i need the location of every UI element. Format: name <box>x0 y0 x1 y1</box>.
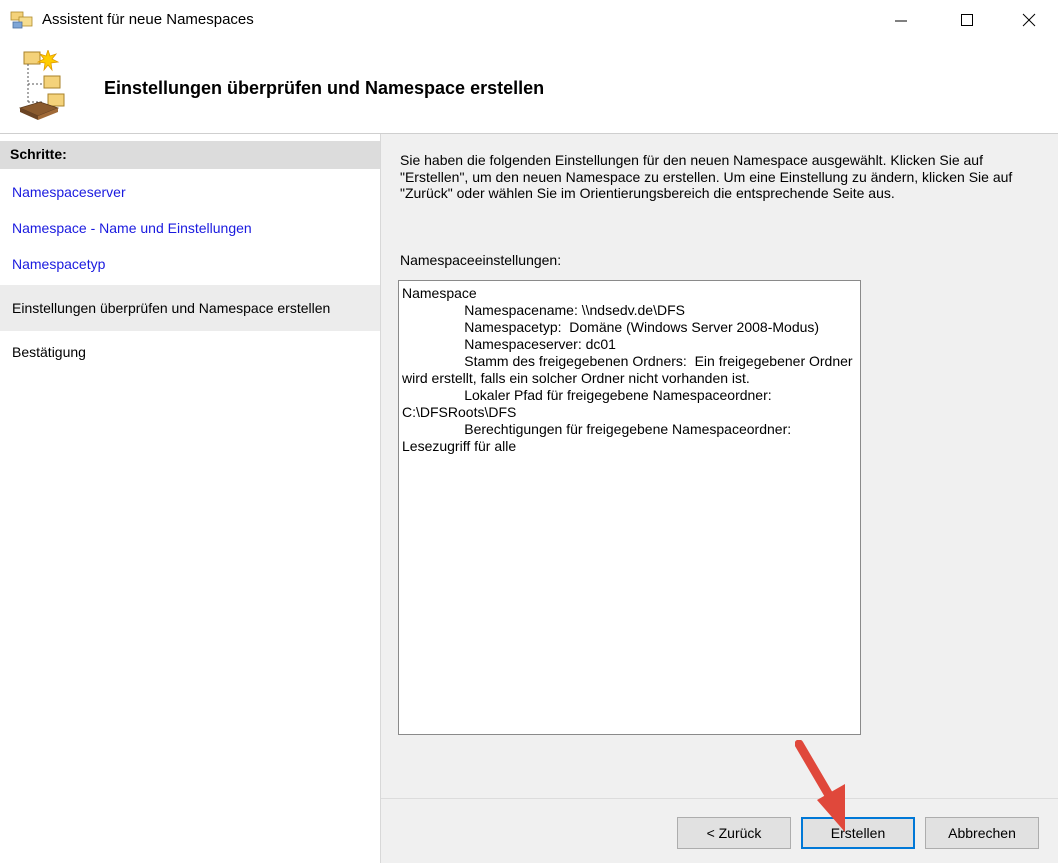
step-namespacetyp[interactable]: Namespacetyp <box>0 256 380 272</box>
description-text: Sie haben die folgenden Einstellungen fü… <box>400 152 1013 201</box>
window-title: Assistent für neue Namespaces <box>42 11 254 28</box>
steps-title: Schritte: <box>0 141 380 169</box>
minimize-button[interactable] <box>872 0 930 40</box>
minimize-icon <box>895 20 907 22</box>
close-button[interactable] <box>1000 0 1058 40</box>
steps-sidebar: Schritte: Namespaceserver Namespace - Na… <box>0 134 381 863</box>
app-icon <box>10 11 33 29</box>
step-namespaceserver[interactable]: Namespaceserver <box>0 184 380 200</box>
wizard-header: Einstellungen überprüfen und Namespace e… <box>0 40 1058 133</box>
footer-divider <box>381 798 1058 799</box>
create-button[interactable]: Erstellen <box>801 817 915 849</box>
maximize-button[interactable] <box>938 0 996 40</box>
maximize-icon <box>961 14 973 26</box>
step-bestaetigung: Bestätigung <box>12 344 86 360</box>
page-heading: Einstellungen überprüfen und Namespace e… <box>104 78 545 98</box>
close-icon <box>1022 13 1036 27</box>
step-current-review: Einstellungen überprüfen und Namespace e… <box>0 285 380 331</box>
namespace-wizard-icon <box>18 50 65 120</box>
title-bar: Assistent für neue Namespaces <box>0 0 1058 40</box>
step-namespace-name[interactable]: Namespace - Name und Einstellungen <box>0 220 380 236</box>
cancel-button[interactable]: Abbrechen <box>925 817 1039 849</box>
settings-textbox[interactable]: Namespace Namespacename: \\ndsedv.de\DFS… <box>398 280 861 735</box>
settings-label: Namespaceeinstellungen: <box>400 252 562 268</box>
back-button[interactable]: < Zurück <box>677 817 791 849</box>
main-panel: Sie haben die folgenden Einstellungen fü… <box>381 134 1058 863</box>
